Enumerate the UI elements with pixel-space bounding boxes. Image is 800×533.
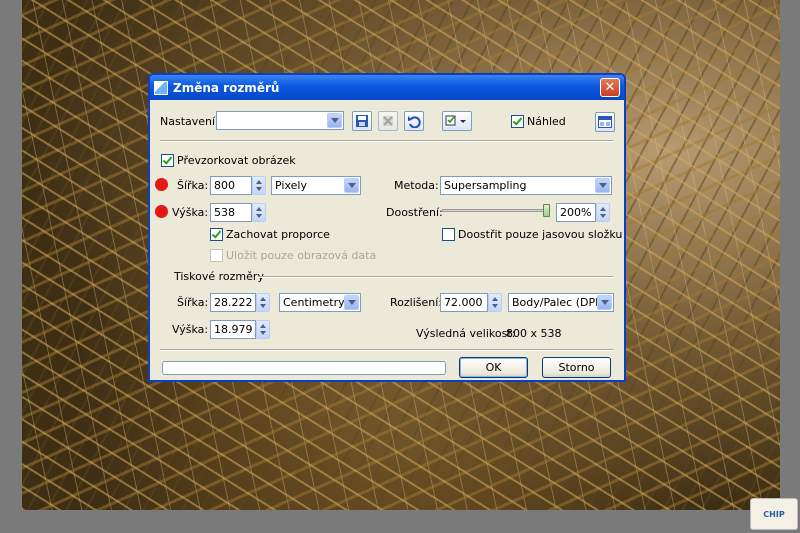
chevron-down-icon[interactable] (597, 295, 612, 310)
reset-button[interactable] (404, 111, 424, 131)
delete-preset-button[interactable] (378, 111, 398, 131)
resample-checkbox[interactable] (161, 154, 174, 167)
options-dropdown-button[interactable] (442, 111, 472, 131)
method-label: Metoda: (394, 179, 439, 192)
chevron-down-icon[interactable] (327, 113, 342, 128)
print-width-input[interactable]: 28.222 (210, 293, 256, 312)
save-image-data-label: Uložit pouze obrazová data (226, 249, 377, 262)
delete-icon (383, 116, 393, 126)
floppy-icon (356, 115, 368, 127)
sharpen-spinner[interactable] (596, 203, 610, 222)
resolution-unit-combo[interactable]: Body/Palec (DPI) (508, 293, 614, 312)
chevron-down-icon[interactable] (595, 178, 610, 193)
preview-label: Náhled (527, 115, 566, 128)
width-spinner[interactable] (252, 176, 266, 195)
sharpen-label: Doostření: (386, 206, 443, 219)
window-icon (598, 116, 612, 128)
resample-label: Převzorkovat obrázek (177, 154, 296, 167)
preview-checkbox[interactable] (511, 115, 524, 128)
save-image-data-checkbox[interactable] (210, 249, 223, 262)
print-section-label: Tiskové rozměry (174, 270, 264, 283)
method-combo[interactable]: Supersampling (440, 176, 612, 195)
keep-ratio-label: Zachovat proporce (226, 228, 330, 241)
height-spinner[interactable] (252, 203, 266, 222)
marker-dot-width (155, 178, 168, 191)
marker-dot-height (155, 205, 168, 218)
print-unit-combo[interactable]: Centimetry (279, 293, 361, 312)
method-value: Supersampling (444, 179, 527, 192)
pixel-unit-combo[interactable]: Pixely (271, 176, 361, 195)
height-input[interactable]: 538 (210, 203, 252, 222)
print-height-input[interactable]: 18.979 (210, 320, 256, 339)
preset-label: Nastavení: (160, 115, 219, 128)
resolution-input[interactable]: 72.000 (440, 293, 488, 312)
watermark-logo: CHIP (750, 498, 798, 530)
pixel-unit-value: Pixely (275, 179, 307, 192)
chevron-down-icon[interactable] (344, 178, 359, 193)
checklist-icon (445, 115, 466, 126)
sharpen-input[interactable]: 200% (556, 203, 596, 222)
progress-bar (162, 361, 446, 375)
ok-button[interactable]: OK (459, 357, 528, 378)
print-unit-value: Centimetry (283, 296, 345, 309)
dialog-titlebar[interactable]: Změna rozměrů ✕ (150, 75, 624, 100)
sharpen-luma-checkbox[interactable] (442, 228, 455, 241)
print-height-spinner[interactable] (256, 320, 270, 339)
resize-app-icon (154, 80, 168, 95)
keep-ratio-checkbox[interactable] (210, 228, 223, 241)
result-size-label: Výsledná velikost: (416, 327, 516, 340)
sharpen-slider-track[interactable] (442, 209, 550, 212)
preset-combo[interactable] (216, 111, 344, 130)
resolution-unit-value: Body/Palec (DPI) (512, 296, 603, 309)
close-button[interactable]: ✕ (600, 78, 620, 97)
print-height-label: Výška: (172, 323, 209, 336)
cancel-button[interactable]: Storno (542, 357, 611, 378)
height-label: Výška: (172, 206, 209, 219)
separator-print (258, 276, 614, 278)
width-label: Šířka: (177, 179, 209, 192)
watermark-text: CHIP (763, 509, 785, 519)
print-width-label: Šířka: (177, 296, 209, 309)
save-preset-button[interactable] (352, 111, 372, 131)
resize-dialog: Změna rozměrů ✕ Nastavení: Náhled Převzo… (148, 73, 626, 382)
dialog-title: Změna rozměrů (173, 80, 280, 95)
undo-icon (408, 116, 421, 128)
separator-bottom (160, 349, 614, 351)
result-size-value: 800 x 538 (506, 327, 562, 340)
width-input[interactable]: 800 (210, 176, 252, 195)
sharpen-slider-thumb[interactable] (543, 204, 550, 217)
print-width-spinner[interactable] (256, 293, 270, 312)
preview-window-button[interactable] (595, 112, 615, 132)
resolution-label: Rozlišení: (390, 296, 442, 309)
resolution-spinner[interactable] (488, 293, 502, 312)
chevron-down-icon[interactable] (344, 295, 359, 310)
separator-top (160, 140, 614, 142)
sharpen-luma-label: Doostřit pouze jasovou složku (458, 228, 623, 241)
